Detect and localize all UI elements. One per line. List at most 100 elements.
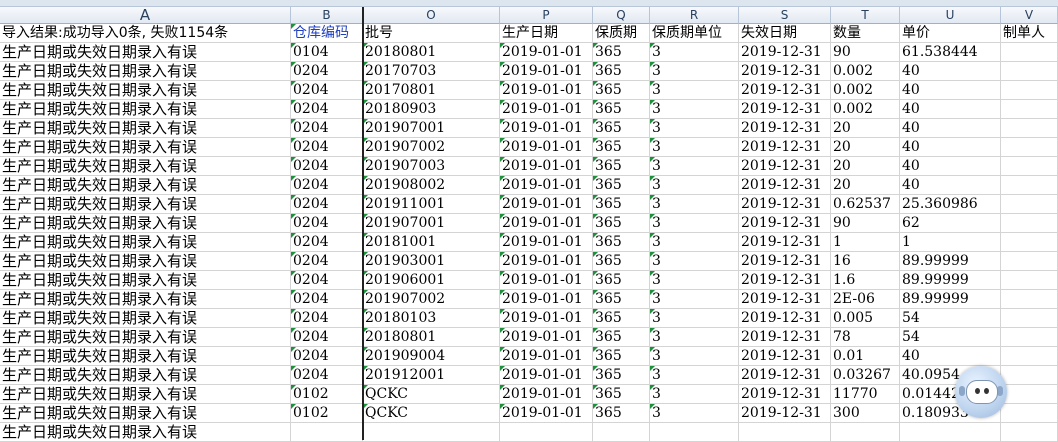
creator-cell[interactable] [1001, 404, 1058, 423]
shelf-life-cell[interactable]: 365 [593, 119, 650, 138]
batch-number-cell[interactable] [363, 423, 500, 442]
error-message-cell[interactable]: 生产日期或失效日期录入有误 [0, 214, 291, 233]
creator-cell[interactable] [1001, 271, 1058, 290]
unit-price-cell[interactable]: 40 [900, 138, 1001, 157]
warehouse-code-cell[interactable]: 0204 [291, 328, 363, 347]
shelf-life-cell[interactable]: 365 [593, 176, 650, 195]
column-header-t[interactable]: T [831, 7, 900, 24]
unit-price-cell[interactable]: 25.360986 [900, 195, 1001, 214]
quantity-cell[interactable]: 16 [831, 252, 900, 271]
batch-number-cell[interactable]: 201907001 [363, 214, 500, 233]
warehouse-code-cell[interactable]: 0204 [291, 81, 363, 100]
creator-cell[interactable] [1001, 347, 1058, 366]
shelf-life-unit-header[interactable]: 保质期单位 [650, 24, 739, 43]
quantity-cell[interactable]: 2E-06 [831, 290, 900, 309]
production-date-cell[interactable]: 2019-01-01 [500, 290, 593, 309]
quantity-cell[interactable]: 20 [831, 176, 900, 195]
production-date-cell[interactable]: 2019-01-01 [500, 176, 593, 195]
expiry-date-header[interactable]: 失效日期 [739, 24, 831, 43]
batch-number-cell[interactable]: QCKC [363, 404, 500, 423]
shelf-life-cell[interactable]: 365 [593, 366, 650, 385]
shelf-life-cell[interactable]: 365 [593, 195, 650, 214]
production-date-cell[interactable]: 2019-01-01 [500, 81, 593, 100]
error-message-cell[interactable]: 生产日期或失效日期录入有误 [0, 233, 291, 252]
warehouse-code-cell[interactable]: 0204 [291, 62, 363, 81]
shelf-life-cell[interactable]: 365 [593, 214, 650, 233]
shelf-life-unit-cell[interactable]: 3 [650, 271, 739, 290]
batch-number-cell[interactable]: 20170801 [363, 81, 500, 100]
expiry-date-cell[interactable] [739, 423, 831, 442]
unit-price-cell[interactable]: 62 [900, 214, 1001, 233]
unit-price-cell[interactable]: 40 [900, 157, 1001, 176]
column-header-o[interactable]: O [363, 7, 500, 24]
expiry-date-cell[interactable]: 2019-12-31 [739, 176, 831, 195]
error-message-cell[interactable]: 生产日期或失效日期录入有误 [0, 366, 291, 385]
warehouse-code-cell[interactable]: 0204 [291, 195, 363, 214]
shelf-life-unit-cell[interactable]: 3 [650, 176, 739, 195]
unit-price-cell[interactable]: 40 [900, 119, 1001, 138]
quantity-cell[interactable]: 20 [831, 138, 900, 157]
column-header-b[interactable]: B [291, 7, 363, 24]
batch-number-cell[interactable]: 201907002 [363, 290, 500, 309]
production-date-cell[interactable]: 2019-01-01 [500, 347, 593, 366]
batch-number-cell[interactable]: 20170703 [363, 62, 500, 81]
column-header-v[interactable]: V [1001, 7, 1058, 24]
shelf-life-unit-cell[interactable]: 3 [650, 138, 739, 157]
error-message-cell[interactable]: 生产日期或失效日期录入有误 [0, 157, 291, 176]
unit-price-cell[interactable]: 54 [900, 328, 1001, 347]
expiry-date-cell[interactable]: 2019-12-31 [739, 385, 831, 404]
error-message-cell[interactable]: 生产日期或失效日期录入有误 [0, 100, 291, 119]
column-header-u[interactable]: U [900, 7, 1001, 24]
shelf-life-cell[interactable]: 365 [593, 233, 650, 252]
unit-price-cell[interactable]: 40 [900, 62, 1001, 81]
expiry-date-cell[interactable]: 2019-12-31 [739, 138, 831, 157]
expiry-date-cell[interactable]: 2019-12-31 [739, 404, 831, 423]
error-message-cell[interactable]: 生产日期或失效日期录入有误 [0, 119, 291, 138]
unit-price-cell[interactable]: 40 [900, 81, 1001, 100]
expiry-date-cell[interactable]: 2019-12-31 [739, 43, 831, 62]
error-message-cell[interactable]: 生产日期或失效日期录入有误 [0, 43, 291, 62]
unit-price-cell[interactable]: 40 [900, 100, 1001, 119]
creator-cell[interactable] [1001, 290, 1058, 309]
unit-price-cell[interactable]: 89.99999 [900, 271, 1001, 290]
warehouse-code-cell[interactable]: 0204 [291, 176, 363, 195]
warehouse-code-cell[interactable]: 0204 [291, 100, 363, 119]
creator-cell[interactable] [1001, 100, 1058, 119]
warehouse-code-cell[interactable] [291, 423, 363, 442]
quantity-cell[interactable]: 0.01 [831, 347, 900, 366]
quantity-cell[interactable]: 300 [831, 404, 900, 423]
batch-number-cell[interactable]: 201912001 [363, 366, 500, 385]
batch-number-header[interactable]: 批号 [363, 24, 500, 43]
quantity-cell[interactable]: 78 [831, 328, 900, 347]
production-date-cell[interactable]: 2019-01-01 [500, 385, 593, 404]
batch-number-cell[interactable]: 201908002 [363, 176, 500, 195]
quantity-cell[interactable]: 0.03267 [831, 366, 900, 385]
error-message-cell[interactable]: 生产日期或失效日期录入有误 [0, 176, 291, 195]
production-date-cell[interactable]: 2019-01-01 [500, 404, 593, 423]
error-message-cell[interactable]: 生产日期或失效日期录入有误 [0, 404, 291, 423]
production-date-cell[interactable]: 2019-01-01 [500, 309, 593, 328]
error-message-cell[interactable]: 生产日期或失效日期录入有误 [0, 62, 291, 81]
expiry-date-cell[interactable]: 2019-12-31 [739, 100, 831, 119]
production-date-cell[interactable]: 2019-01-01 [500, 214, 593, 233]
shelf-life-header[interactable]: 保质期 [593, 24, 650, 43]
expiry-date-cell[interactable]: 2019-12-31 [739, 233, 831, 252]
shelf-life-unit-cell[interactable]: 3 [650, 309, 739, 328]
unit-price-cell[interactable]: 54 [900, 309, 1001, 328]
quantity-cell[interactable]: 11770 [831, 385, 900, 404]
shelf-life-cell[interactable]: 365 [593, 271, 650, 290]
warehouse-code-cell[interactable]: 0204 [291, 252, 363, 271]
creator-cell[interactable] [1001, 366, 1058, 385]
creator-cell[interactable] [1001, 176, 1058, 195]
production-date-cell[interactable]: 2019-01-01 [500, 100, 593, 119]
warehouse-code-cell[interactable]: 0204 [291, 233, 363, 252]
production-date-header[interactable]: 生产日期 [500, 24, 593, 43]
creator-cell[interactable] [1001, 252, 1058, 271]
shelf-life-cell[interactable]: 365 [593, 157, 650, 176]
quantity-cell[interactable]: 20 [831, 157, 900, 176]
expiry-date-cell[interactable]: 2019-12-31 [739, 157, 831, 176]
expiry-date-cell[interactable]: 2019-12-31 [739, 271, 831, 290]
batch-number-cell[interactable]: 20180801 [363, 328, 500, 347]
column-header-q[interactable]: Q [593, 7, 650, 24]
error-message-cell[interactable]: 生产日期或失效日期录入有误 [0, 423, 291, 442]
